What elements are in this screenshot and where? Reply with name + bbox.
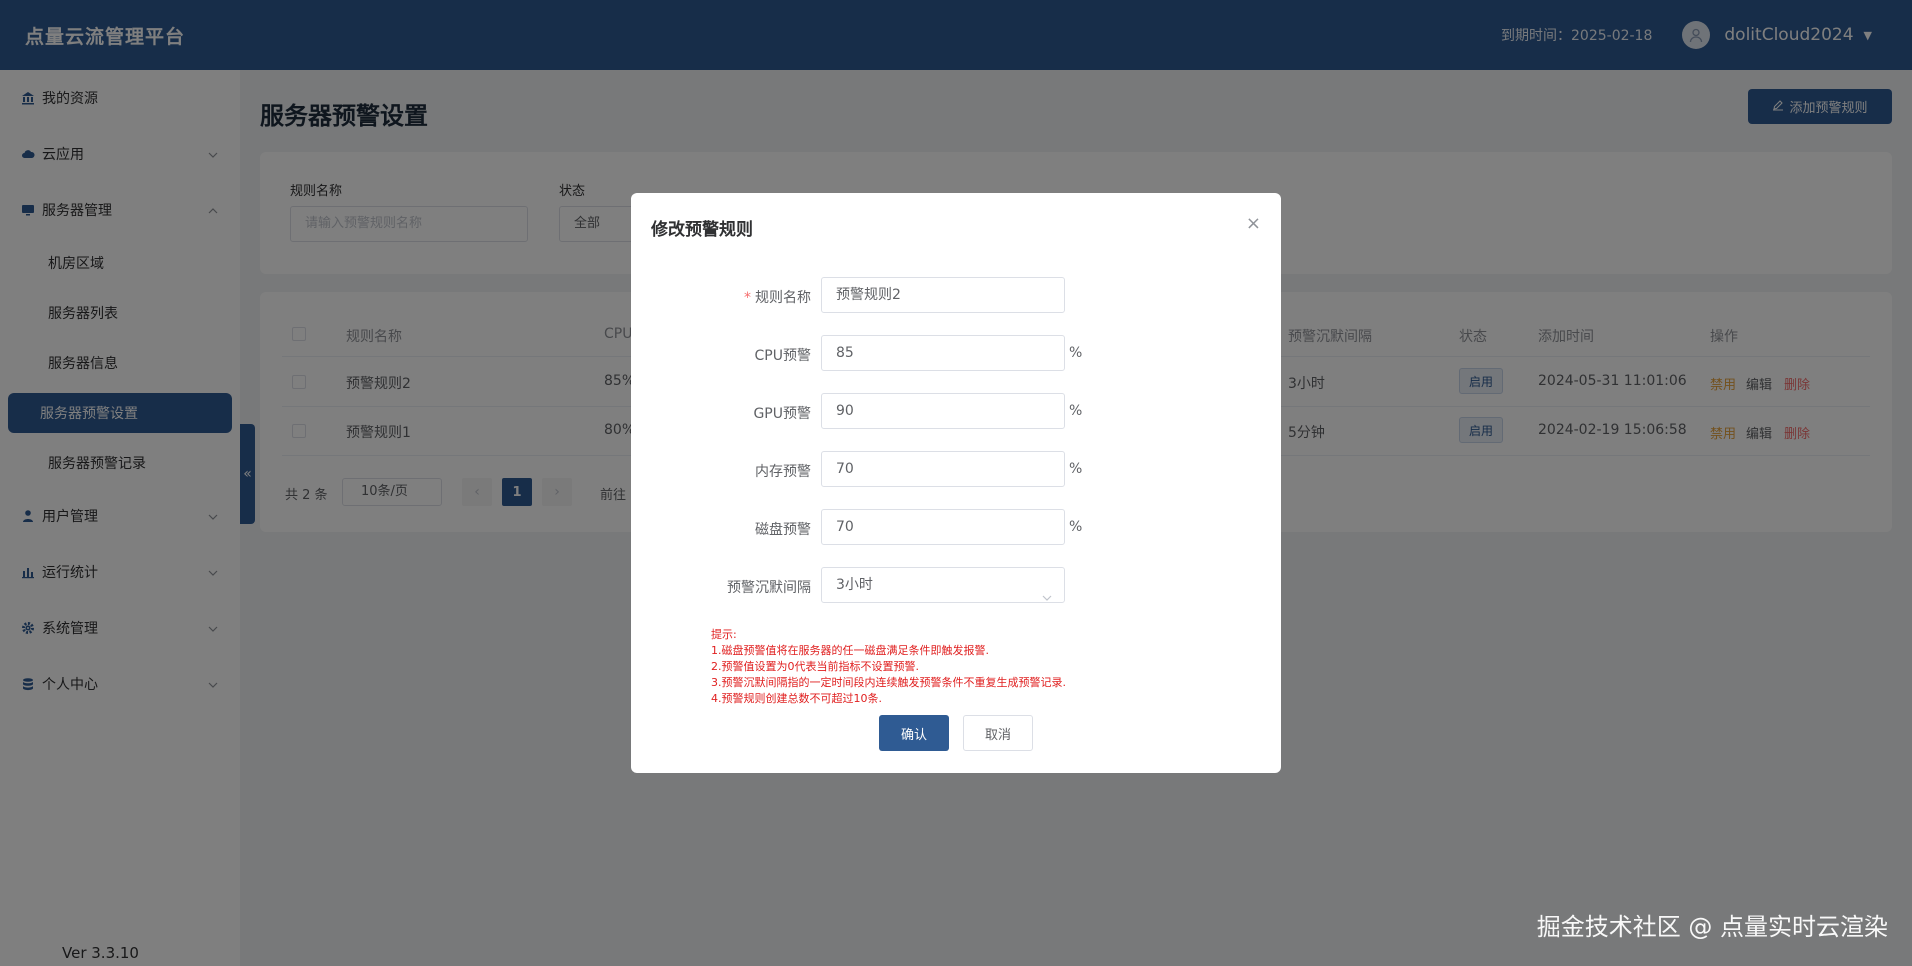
required-asterisk: * (744, 290, 751, 306)
tips-block: 提示: 1.磁盘预警值将在服务器的任一磁盘满足条件即触发报警. 2.预警值设置为… (711, 627, 1066, 707)
field-cpu-label: CPU预警 (754, 348, 811, 364)
gpu-unit: % (1069, 403, 1083, 419)
rule-name-input[interactable]: 预警规则2 (821, 277, 1065, 313)
chevron-down-icon (1042, 580, 1052, 614)
gpu-alert-input[interactable]: 90 (821, 393, 1065, 429)
cancel-button[interactable]: 取消 (963, 715, 1033, 751)
close-icon[interactable]: × (1246, 213, 1261, 234)
field-gpu-label: GPU预警 (753, 406, 811, 422)
mem-unit: % (1069, 461, 1083, 477)
tip-line: 3.预警沉默间隔指的一定时间段内连续触发预警条件不重复生成预警记录. (711, 676, 1066, 689)
cpu-unit: % (1069, 345, 1083, 361)
field-disk-label: 磁盘预警 (755, 522, 811, 538)
dialog-title: 修改预警规则 (651, 220, 753, 240)
silence-interval-select[interactable]: 3小时 (821, 567, 1065, 603)
cpu-alert-input[interactable]: 85 (821, 335, 1065, 371)
confirm-button[interactable]: 确认 (879, 715, 949, 751)
tip-line: 2.预警值设置为0代表当前指标不设置预警. (711, 660, 919, 673)
field-name-label-text: 规则名称 (755, 290, 811, 306)
watermark: 掘金技术社区 @ 点量实时云渲染 (1536, 913, 1888, 941)
tips-heading: 提示: (711, 628, 737, 641)
disk-unit: % (1069, 519, 1083, 535)
field-name-label: * 规则名称 (631, 287, 811, 307)
tip-line: 4.预警规则创建总数不可超过10条. (711, 692, 882, 705)
silence-interval-value: 3小时 (836, 577, 873, 593)
field-mem-label: 内存预警 (755, 464, 811, 480)
tip-line: 1.磁盘预警值将在服务器的任一磁盘满足条件即触发报警. (711, 644, 989, 657)
field-silence-label: 预警沉默间隔 (727, 580, 811, 596)
memory-alert-input[interactable]: 70 (821, 451, 1065, 487)
edit-rule-dialog: 修改预警规则 × * 规则名称 预警规则2 CPU预警 85 % GPU预警 90… (631, 193, 1281, 773)
disk-alert-input[interactable]: 70 (821, 509, 1065, 545)
